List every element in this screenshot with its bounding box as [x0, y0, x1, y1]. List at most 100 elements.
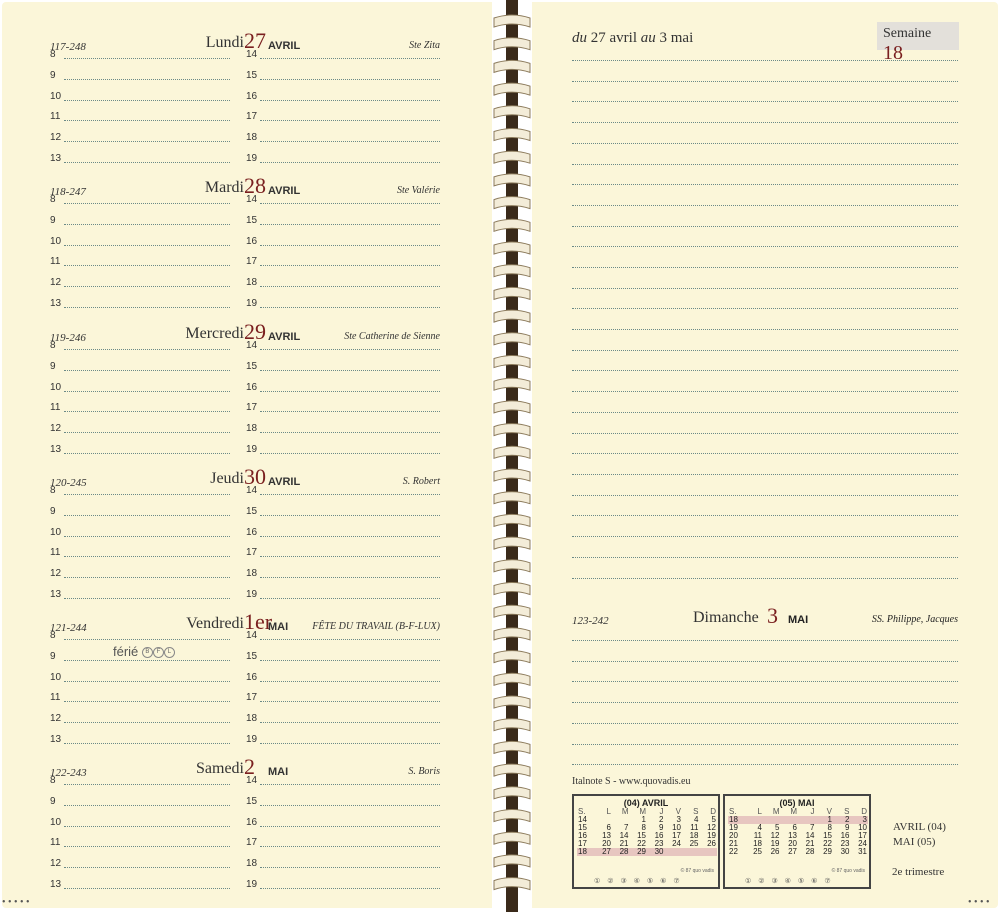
- note-line[interactable]: [572, 226, 958, 227]
- note-line[interactable]: [572, 661, 958, 662]
- note-line[interactable]: [572, 246, 958, 247]
- note-line[interactable]: [572, 288, 958, 289]
- hour-line[interactable]: 17: [246, 691, 440, 703]
- hour-line[interactable]: 14: [246, 484, 440, 496]
- hour-line[interactable]: 17: [246, 255, 440, 267]
- hour-line[interactable]: 9: [50, 795, 230, 807]
- note-line[interactable]: [572, 308, 958, 309]
- hour-line[interactable]: 9: [50, 214, 230, 226]
- note-line[interactable]: [572, 184, 958, 185]
- hour-line[interactable]: 15: [246, 505, 440, 517]
- note-line[interactable]: [572, 60, 958, 61]
- hour-line[interactable]: 8: [50, 48, 230, 60]
- hour-line[interactable]: 13: [50, 733, 230, 745]
- hour-line[interactable]: 16: [246, 816, 440, 828]
- hour-line[interactable]: 9: [50, 360, 230, 372]
- hour-line[interactable]: 19: [246, 733, 440, 745]
- hour-line[interactable]: 16: [246, 235, 440, 247]
- note-line[interactable]: [572, 412, 958, 413]
- hour-line[interactable]: 9: [50, 69, 230, 81]
- hour-line[interactable]: 18: [246, 422, 440, 434]
- hour-line[interactable]: 19: [246, 443, 440, 455]
- hour-line[interactable]: 10: [50, 90, 230, 102]
- hour-line[interactable]: 19: [246, 878, 440, 890]
- hour-line[interactable]: 14: [246, 193, 440, 205]
- hour-line[interactable]: 11: [50, 401, 230, 413]
- note-line[interactable]: [572, 164, 958, 165]
- hour-line[interactable]: 12: [50, 567, 230, 579]
- hour-line[interactable]: 14: [246, 629, 440, 641]
- hour-line[interactable]: 12: [50, 276, 230, 288]
- hour-line[interactable]: 12: [50, 422, 230, 434]
- hour-line[interactable]: 13: [50, 878, 230, 890]
- hour-line[interactable]: 18: [246, 131, 440, 143]
- note-line[interactable]: [572, 453, 958, 454]
- hour-line[interactable]: 11: [50, 110, 230, 122]
- hour-line[interactable]: 10: [50, 671, 230, 683]
- note-line[interactable]: [572, 370, 958, 371]
- hour-line[interactable]: 14: [246, 48, 440, 60]
- note-line[interactable]: [572, 495, 958, 496]
- hour-line[interactable]: 11: [50, 691, 230, 703]
- hour-line[interactable]: 15: [246, 214, 440, 226]
- hour-line[interactable]: 16: [246, 381, 440, 393]
- hour-line[interactable]: 17: [246, 836, 440, 848]
- note-line[interactable]: [572, 744, 958, 745]
- hour-line[interactable]: 13: [50, 588, 230, 600]
- hour-line[interactable]: 16: [246, 90, 440, 102]
- hour-line[interactable]: 11: [50, 255, 230, 267]
- hour-line[interactable]: 13: [50, 152, 230, 164]
- hour-line[interactable]: 11: [50, 836, 230, 848]
- hour-line[interactable]: 15: [246, 360, 440, 372]
- note-line[interactable]: [572, 723, 958, 724]
- note-line[interactable]: [572, 122, 958, 123]
- note-line[interactable]: [572, 143, 958, 144]
- note-line[interactable]: [572, 433, 958, 434]
- note-line[interactable]: [572, 681, 958, 682]
- hour-line[interactable]: 15: [246, 795, 440, 807]
- hour-line[interactable]: 18: [246, 276, 440, 288]
- note-line[interactable]: [572, 640, 958, 641]
- hour-line[interactable]: 13: [50, 443, 230, 455]
- hour-line[interactable]: 15: [246, 69, 440, 81]
- note-line[interactable]: [572, 391, 958, 392]
- note-line[interactable]: [572, 557, 958, 558]
- hour-line[interactable]: 13: [50, 297, 230, 309]
- hour-line[interactable]: 18: [246, 567, 440, 579]
- hour-line[interactable]: 18: [246, 857, 440, 869]
- hour-line[interactable]: 10: [50, 526, 230, 538]
- hour-line[interactable]: 10: [50, 381, 230, 393]
- hour-line[interactable]: 12: [50, 712, 230, 724]
- note-line[interactable]: [572, 515, 958, 516]
- hour-line[interactable]: 15: [246, 650, 440, 662]
- note-line[interactable]: [572, 764, 958, 765]
- hour-line[interactable]: 8: [50, 193, 230, 205]
- note-line[interactable]: [572, 329, 958, 330]
- hour-line[interactable]: 16: [246, 526, 440, 538]
- note-line[interactable]: [572, 81, 958, 82]
- hour-line[interactable]: 19: [246, 588, 440, 600]
- hour-line[interactable]: 10: [50, 816, 230, 828]
- note-line[interactable]: [572, 350, 958, 351]
- hour-line[interactable]: 11: [50, 546, 230, 558]
- note-line[interactable]: [572, 205, 958, 206]
- hour-line[interactable]: 17: [246, 110, 440, 122]
- note-line[interactable]: [572, 578, 958, 579]
- hour-line[interactable]: 8: [50, 774, 230, 786]
- hour-line[interactable]: 8: [50, 629, 230, 641]
- hour-line[interactable]: 18: [246, 712, 440, 724]
- hour-line[interactable]: 16: [246, 671, 440, 683]
- note-line[interactable]: [572, 474, 958, 475]
- note-line[interactable]: [572, 101, 958, 102]
- hour-line[interactable]: 8: [50, 339, 230, 351]
- hour-line[interactable]: 9: [50, 505, 230, 517]
- hour-line[interactable]: 19: [246, 152, 440, 164]
- hour-line[interactable]: 10: [50, 235, 230, 247]
- note-line[interactable]: [572, 267, 958, 268]
- hour-line[interactable]: 12: [50, 131, 230, 143]
- hour-line[interactable]: 14: [246, 774, 440, 786]
- note-line[interactable]: [572, 536, 958, 537]
- hour-line[interactable]: 17: [246, 401, 440, 413]
- hour-line[interactable]: 12: [50, 857, 230, 869]
- hour-line[interactable]: 14: [246, 339, 440, 351]
